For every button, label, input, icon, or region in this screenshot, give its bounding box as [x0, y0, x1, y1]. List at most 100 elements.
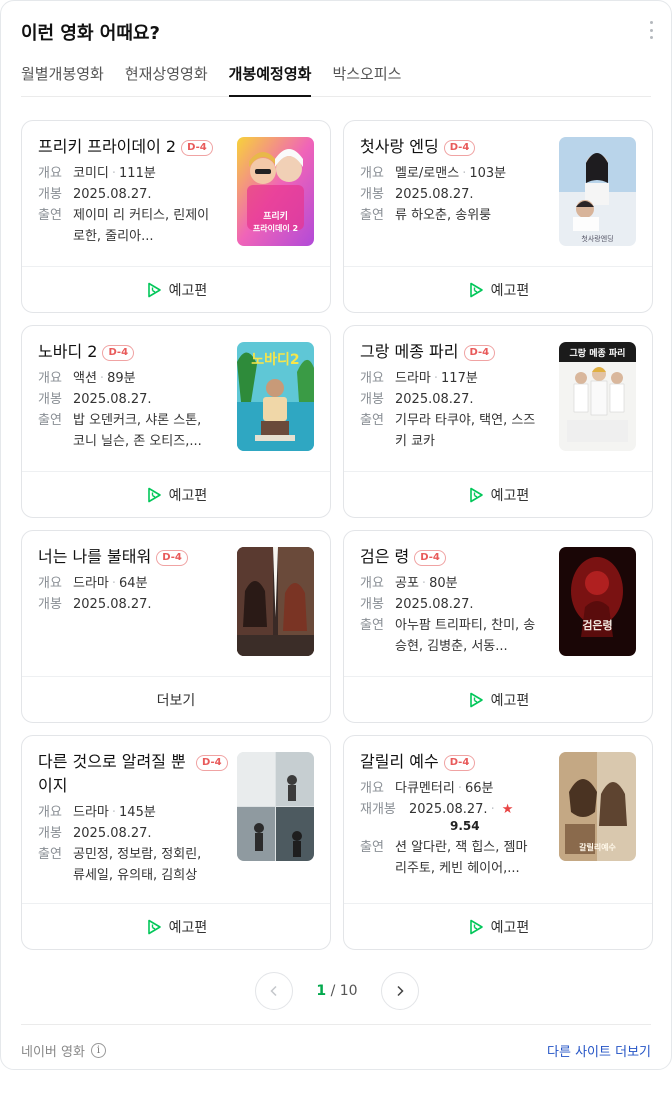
- genre-label: 개요: [38, 166, 62, 181]
- movie-title[interactable]: 검은 령: [360, 547, 409, 566]
- chevron-right-icon: [397, 985, 404, 997]
- dot-separator: ·: [111, 576, 117, 591]
- runtime-value: 111분: [119, 166, 156, 181]
- movie-title[interactable]: 첫사랑 엔딩: [360, 137, 439, 156]
- movie-poster[interactable]: 프리키 프라이데이 2: [237, 137, 314, 246]
- release-date: 2025.08.27.: [395, 392, 474, 407]
- dot-separator: ·: [111, 166, 117, 181]
- cast-label: 출연: [360, 840, 384, 855]
- genre-label: 개요: [38, 371, 62, 386]
- cast-label: 출연: [38, 208, 62, 223]
- page-separator: /: [330, 983, 336, 999]
- movie-card[interactable]: 너는 나를 불태워 D-4 개요 드라마 · 64분 개봉 2025.08.27.: [21, 530, 331, 723]
- more-button[interactable]: 더보기: [22, 676, 330, 722]
- release-date: 2025.08.27.: [73, 187, 152, 202]
- cast-label: 출연: [360, 413, 384, 428]
- movie-title[interactable]: 프리키 프라이데이 2: [38, 137, 176, 156]
- movie-poster[interactable]: 첫사랑엔딩: [559, 137, 636, 246]
- dot-separator: ·: [99, 371, 105, 386]
- runtime-value: 80분: [429, 576, 458, 591]
- movie-poster[interactable]: [237, 547, 314, 656]
- tab-box-office[interactable]: 박스오피스: [332, 59, 401, 97]
- chevron-left-icon: [270, 985, 277, 997]
- movie-card[interactable]: 첫사랑 엔딩 D-4 개요 멜로/로맨스 · 103분 개봉 2025.08.27. 출연…: [343, 120, 653, 313]
- next-page-button[interactable]: [381, 972, 419, 1010]
- movie-title[interactable]: 노바디 2: [38, 342, 97, 361]
- movie-card[interactable]: 프리키 프라이데이 2 D-4 개요 코미디 · 111분 개봉 2025.08.27. …: [21, 120, 331, 313]
- svg-text:노바디2: 노바디2: [251, 352, 299, 368]
- movie-title[interactable]: 너는 나를 불태워: [38, 547, 151, 566]
- svg-text:갈릴리예수: 갈릴리예수: [579, 842, 616, 852]
- trailer-button[interactable]: 예고편: [22, 266, 330, 312]
- trailer-button[interactable]: 예고편: [22, 903, 330, 949]
- runtime-value: 145분: [119, 805, 156, 820]
- release-label: 개봉: [360, 392, 384, 407]
- current-page: 1: [316, 983, 327, 999]
- movie-poster[interactable]: 노바디2: [237, 342, 314, 451]
- cast-label: 출연: [38, 847, 62, 862]
- genre-value: 코미디: [73, 166, 109, 181]
- movie-title[interactable]: 다른 것으로 알려질 뿐이지: [38, 752, 186, 795]
- trailer-label: 예고편: [168, 282, 208, 299]
- play-icon: [467, 918, 485, 936]
- movie-card[interactable]: 그랑 메종 파리 D-4 개요 드라마 · 117분 개봉 2025.08.27. 출연 기…: [343, 325, 653, 518]
- movie-title[interactable]: 그랑 메종 파리: [360, 342, 459, 361]
- movie-poster[interactable]: 그랑 메종 파리: [559, 342, 636, 451]
- genre-label: 개요: [360, 371, 384, 386]
- movie-card[interactable]: 검은 령 D-4 개요 공포 · 80분 개봉 2025.08.27. 출연 아누팜 트리파…: [343, 530, 653, 723]
- release-label: 개봉: [38, 597, 62, 612]
- tab-monthly-release[interactable]: 월별개봉영화: [21, 59, 104, 97]
- more-vertical-icon[interactable]: [649, 21, 653, 39]
- movie-poster[interactable]: [237, 752, 314, 861]
- trailer-button[interactable]: 예고편: [344, 471, 652, 517]
- cast-value: 제이미 리 커티스, 린제이 로한, 줄리아...: [73, 208, 210, 244]
- tab-bar: 월별개봉영화 현재상영영화 개봉예정영화 박스오피스: [21, 59, 651, 97]
- movie-card[interactable]: 노바디 2 D-4 개요 액션 · 89분 개봉 2025.08.27. 출연 밥 오덴커크…: [21, 325, 331, 518]
- tab-now-showing[interactable]: 현재상영영화: [125, 59, 208, 97]
- tab-upcoming[interactable]: 개봉예정영화: [228, 59, 312, 97]
- trailer-button[interactable]: 예고편: [344, 266, 652, 312]
- dot-separator: ·: [457, 781, 462, 796]
- info-icon[interactable]: i: [90, 1043, 106, 1058]
- svg-text:프리키: 프리키: [263, 210, 288, 222]
- movie-poster[interactable]: 검은령: [559, 547, 636, 656]
- genre-label: 개요: [360, 781, 384, 796]
- cast-label: 출연: [38, 413, 62, 428]
- play-icon: [467, 691, 485, 709]
- rating-value: 9.54: [450, 819, 480, 833]
- movie-title[interactable]: 갈릴리 예수: [360, 752, 439, 771]
- play-icon: [467, 281, 485, 299]
- cast-label: 출연: [360, 208, 384, 223]
- release-label: 개봉: [38, 187, 62, 202]
- movie-card[interactable]: 갈릴리 예수 D-4 개요 다큐멘터리 · 66분 재개봉 2025.08.27. · ★ 9…: [343, 735, 653, 950]
- panel-title: 이런 영화 어때요?: [21, 23, 160, 44]
- panel-footer: 네이버 영화 i 다른 사이트 더보기: [21, 1024, 651, 1071]
- trailer-button[interactable]: 예고편: [22, 471, 330, 517]
- trailer-button[interactable]: 예고편: [344, 903, 652, 949]
- cast-value: 션 알다란, 잭 힙스, 젬마 리주토, 케빈 헤이어,...: [395, 840, 528, 876]
- genre-value: 액션: [73, 371, 97, 386]
- movie-poster[interactable]: 갈릴리예수: [559, 752, 636, 861]
- genre-value: 드라마: [73, 576, 109, 591]
- release-date: 2025.08.27.: [395, 597, 474, 612]
- movie-card[interactable]: 다른 것으로 알려질 뿐이지 D-4 개요 드라마 · 145분 개봉 2025.08.…: [21, 735, 331, 950]
- genre-value: 다큐멘터리: [395, 781, 455, 796]
- play-icon: [467, 486, 485, 504]
- page-indicator: 1 / 10: [293, 983, 381, 999]
- release-label: 개봉: [360, 187, 384, 202]
- runtime-value: 117분: [441, 371, 478, 386]
- cast-value: 류 하오춘, 송위룽: [395, 208, 492, 223]
- prev-page-button[interactable]: [255, 972, 293, 1010]
- more-sites-link[interactable]: 다른 사이트 더보기: [547, 1041, 651, 1060]
- rerelease-label: 재개봉: [360, 802, 396, 817]
- d-day-badge: D-4: [463, 345, 496, 361]
- dot-separator: ·: [462, 166, 467, 181]
- trailer-button[interactable]: 예고편: [344, 676, 652, 722]
- runtime-value: 103분: [469, 166, 507, 181]
- genre-value: 드라마: [395, 371, 431, 386]
- release-label: 개봉: [38, 392, 62, 407]
- play-icon: [145, 486, 163, 504]
- release-label: 개봉: [38, 826, 62, 841]
- genre-label: 개요: [360, 576, 384, 591]
- runtime-value: 66분: [464, 781, 494, 796]
